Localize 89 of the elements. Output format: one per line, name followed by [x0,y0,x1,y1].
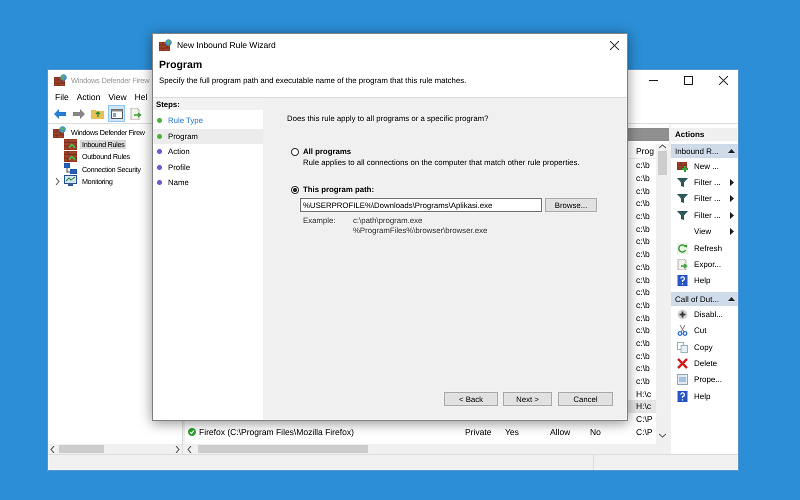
help-icon [677,390,688,402]
action-item[interactable]: Help [694,276,710,286]
table-cell-text: H:\c [636,401,652,412]
action-item[interactable]: Filter ... [694,194,721,204]
action-item[interactable]: Expor... [694,260,722,270]
collapse-icon[interactable] [728,297,735,302]
table-cell-text: Allow [550,426,572,437]
scissors-icon [677,325,688,336]
scroll-up-icon[interactable] [659,144,666,149]
menu-item[interactable]: View [105,92,130,102]
maximize-icon[interactable] [684,76,693,84]
rule-name: Firefox (C:\Program Files\Mozilla Firefox) [199,426,354,437]
table-cell-text: c:\b [636,198,651,208]
table-cell-text: C:\P [636,426,654,437]
export-icon[interactable] [130,108,142,120]
console-icon[interactable] [110,108,122,118]
table-cell-text: c:\b [636,262,651,272]
collapse-icon[interactable] [728,149,735,153]
table-cell-text: c:\b [636,236,651,246]
table-cell-text: c:\b [636,173,651,184]
radio-button[interactable] [291,186,299,194]
table-cell-text: No [590,426,602,437]
action-item[interactable]: New ... [694,162,719,171]
action-item[interactable]: Disabl... [694,310,723,319]
action-item[interactable]: Copy [694,342,713,352]
firewall-icon [159,39,172,51]
action-item[interactable]: Help [694,392,710,401]
export-icon [677,259,688,270]
scroll-down-icon[interactable] [659,433,666,438]
page-heading: Program [159,59,204,71]
disable-icon [677,308,688,320]
scrollbar-thumb[interactable] [198,445,368,453]
action-group-header[interactable]: Inbound R... [671,144,738,158]
funnel-icon [677,193,688,204]
funnel-icon [677,210,688,221]
table-cell-text: c:\b [636,376,651,386]
action-item[interactable]: Filter ... [694,178,721,188]
menu-item[interactable]: Hel [132,92,150,102]
table-cell-text: c:\b [636,350,651,361]
table-cell-text: c:\b [636,249,651,260]
brick-plus-icon [677,160,688,172]
help-icon [677,275,688,286]
forward-arrow-icon[interactable] [72,108,84,118]
scroll-left-icon[interactable] [187,446,192,452]
column-header[interactable]: Prog [636,146,656,156]
folder-up-icon[interactable] [91,108,104,119]
table-cell-text: c:\b [636,363,651,374]
action-item[interactable]: Filter ... [694,210,721,220]
computers-icon [64,163,77,176]
scrollbar-thumb[interactable] [658,151,667,175]
properties-icon [677,374,688,386]
firewall-icon [64,151,77,162]
funnel-icon [677,177,688,188]
chevron-icon[interactable] [54,178,60,185]
menu-item[interactable]: File [52,92,72,102]
table-cell-text: c:\b [636,325,651,336]
action-item[interactable]: View [694,227,712,236]
dialog-title: New Inbound Rule Wizard [177,40,276,50]
copy-icon [677,342,688,353]
firewall-globe-icon [53,126,66,138]
table-cell-text: Yes [505,426,520,437]
action-item[interactable]: Prope... [694,375,722,384]
scroll-left-icon[interactable] [50,446,55,452]
scrollbar-thumb[interactable] [59,445,104,453]
rule-row[interactable]: Firefox (C:\Program Files\Mozilla Firefox) Private Yes Allow No C:\P [185,425,656,438]
back-arrow-icon[interactable] [54,108,66,118]
table-cell-text: c:\b [636,312,651,323]
action-item[interactable]: Cut [694,326,706,336]
table-cell-text: Private [465,426,492,437]
action-item[interactable]: Refresh [694,244,722,253]
close-icon[interactable] [719,76,728,84]
scroll-right-icon[interactable] [175,446,180,452]
table-cell-text: c:\b [636,287,651,298]
table-cell-text: c:\b [636,338,651,348]
firewall-icon [54,74,67,86]
delete-icon [677,358,688,369]
table-cell-text: H:\c [636,388,652,399]
table-cell-text: c:\b [636,300,651,310]
action-group-header[interactable]: Call of Dut... [671,292,738,306]
action-item[interactable]: Delete [694,358,718,368]
table-cell-text: C:\P [636,414,654,424]
refresh-icon [677,242,688,254]
radio-button[interactable] [291,148,299,156]
table-cell-text: c:\b [636,274,651,285]
firewall-icon [64,138,77,150]
close-icon[interactable] [610,40,619,50]
menu-item[interactable]: Action [74,92,104,102]
monitor-icon [64,175,77,188]
actions-header: Actions [671,128,738,141]
